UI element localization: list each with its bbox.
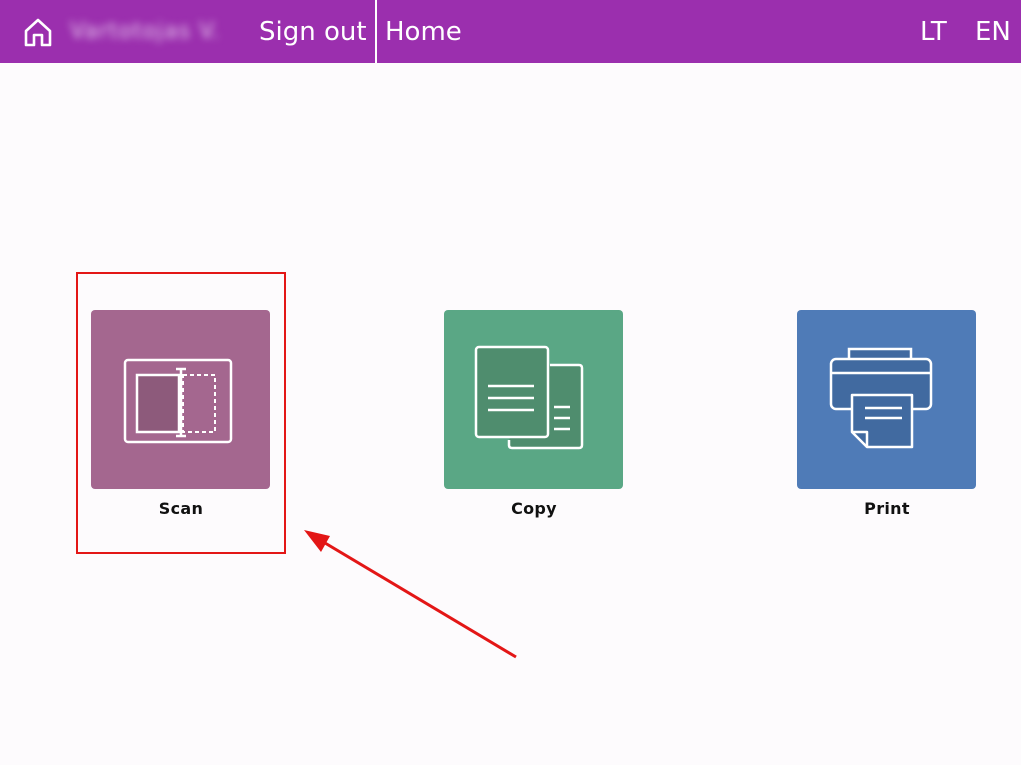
top-bar: Vartotojas V. Sign out Home LT EN [0,0,1021,63]
scan-label: Scan [158,499,204,518]
language-lt-button[interactable]: LT [920,12,947,52]
home-button[interactable] [18,12,58,52]
home-icon [24,18,52,47]
print-label: Print [864,499,910,518]
scan-tile-box[interactable] [91,310,270,489]
user-name: Vartotojas V. [70,18,221,44]
copy-label: Copy [511,499,557,518]
language-en-button[interactable]: EN [975,12,1011,52]
scan-tile[interactable]: Scan [91,310,271,518]
copy-icon [474,345,583,449]
header-divider [375,0,377,63]
page-title: Home [385,17,462,47]
scan-icon [123,358,232,443]
printer-icon [829,347,932,448]
copy-tile[interactable]: Copy [444,310,624,518]
print-tile[interactable]: Print [797,310,977,518]
sign-out-button[interactable]: Sign out [259,12,367,52]
copy-tile-box[interactable] [444,310,623,489]
print-tile-box[interactable] [797,310,976,489]
